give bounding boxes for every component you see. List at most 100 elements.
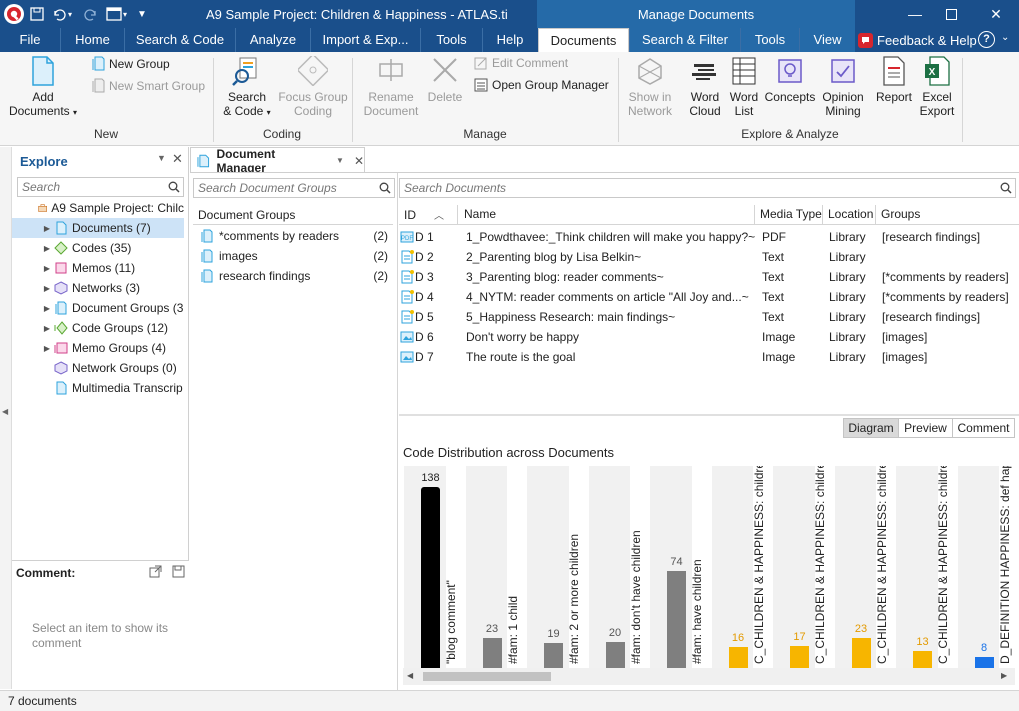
scroll-right-icon[interactable]: ▶ (1001, 671, 1007, 680)
maximize-icon[interactable] (939, 4, 963, 24)
group-row[interactable]: images (2) (200, 247, 390, 265)
table-row[interactable]: D 3 3_Parenting blog: reader comments~ T… (399, 267, 1019, 287)
column-divider[interactable] (754, 205, 755, 225)
column-header-location[interactable]: Location (828, 207, 873, 221)
redo-icon[interactable] (84, 4, 98, 24)
chart-bar[interactable] (667, 570, 686, 668)
rename-document-button[interactable]: Rename Document (360, 56, 422, 118)
column-divider[interactable] (822, 205, 823, 225)
window-layout-icon[interactable] (106, 4, 122, 24)
scroll-left-icon[interactable]: ◀ (407, 671, 413, 680)
tree-item-memos[interactable]: ▶ Memos (11) (12, 258, 184, 278)
tab-import-export[interactable]: Import & Exp... (310, 28, 420, 52)
chart-bar[interactable] (482, 637, 502, 668)
explore-close-icon[interactable]: ✕ (172, 151, 183, 167)
chart-bar[interactable] (790, 645, 809, 668)
tree-item-document-groups[interactable]: ▶ Document Groups (3 (12, 298, 184, 318)
table-row[interactable]: D 7 The route is the goal Image Library … (399, 347, 1019, 367)
opinion-mining-button[interactable]: Opinion Mining (818, 56, 868, 118)
report-button[interactable]: Report (872, 56, 916, 104)
tab-comment[interactable]: Comment (953, 418, 1015, 438)
save-comment-icon[interactable] (172, 565, 185, 581)
tab-tools[interactable]: Tools (420, 28, 482, 52)
tab-search-code[interactable]: Search & Code (124, 28, 235, 52)
excel-export-button[interactable]: X Excel Export (916, 56, 958, 118)
document-manager-tab[interactable]: Document Manager ▼ ✕ (190, 147, 365, 175)
save-icon[interactable] (30, 4, 44, 24)
tab-view[interactable]: View (799, 28, 855, 52)
explore-search-input[interactable]: Search (17, 177, 184, 197)
column-header-groups[interactable]: Groups (881, 207, 920, 221)
tree-item-networks[interactable]: ▶ Networks (3) (12, 278, 184, 298)
word-list-button[interactable]: Word List (726, 56, 762, 118)
expand-arrow-icon[interactable]: ▶ (42, 264, 52, 273)
pane-splitter[interactable] (399, 414, 1019, 416)
expand-arrow-icon[interactable]: ▶ (42, 224, 52, 233)
undo-icon[interactable] (52, 4, 66, 24)
focus-group-coding-button[interactable]: Focus Group Coding (276, 56, 350, 118)
concepts-button[interactable]: Concepts (762, 56, 818, 104)
help-icon[interactable]: ? (978, 31, 995, 48)
group-row[interactable]: *comments by readers (2) (200, 227, 390, 245)
tab-menu-icon[interactable]: ▼ (336, 156, 344, 165)
edit-comment-button[interactable]: Edit Comment (474, 56, 568, 70)
column-header-id[interactable]: ID ︿ (404, 207, 444, 222)
chart-bar[interactable] (421, 486, 440, 668)
table-row[interactable]: D 5 5_Happiness Research: main findings~… (399, 307, 1019, 327)
search-documents-input[interactable]: Search Documents (399, 178, 1016, 198)
column-header-media-type[interactable]: Media Type (760, 207, 822, 221)
tree-item-network-groups[interactable]: Network Groups (0) (12, 358, 184, 378)
minimize-icon[interactable]: — (903, 4, 927, 24)
close-window-icon[interactable]: ✕ (984, 4, 1008, 24)
expand-arrow-icon[interactable]: ▶ (42, 244, 52, 253)
group-row[interactable]: research findings (2) (200, 267, 390, 285)
tab-close-icon[interactable]: ✕ (354, 154, 364, 168)
expand-arrow-icon[interactable]: ▶ (42, 324, 52, 333)
tab-tools-context[interactable]: Tools (740, 28, 799, 52)
groups-pane-divider[interactable] (397, 173, 398, 690)
table-row[interactable]: D 6 Don't worry be happy Image Library [… (399, 327, 1019, 347)
new-group-button[interactable]: New Group (92, 56, 170, 71)
scrollbar-thumb[interactable] (423, 672, 551, 681)
project-root[interactable]: A9 Sample Project: Chilc (12, 198, 184, 218)
word-cloud-button[interactable]: Word Cloud (684, 56, 726, 118)
open-group-manager-button[interactable]: Open Group Manager (474, 78, 609, 92)
add-documents-button[interactable]: Add Documents ▾ (6, 56, 80, 120)
tab-file[interactable]: File (0, 28, 60, 52)
chart-bar[interactable] (851, 637, 871, 668)
undo-dropdown-icon[interactable]: ▾ (68, 4, 72, 24)
ribbon-options-icon[interactable]: ⌄ (1001, 32, 1009, 43)
chart-horizontal-scrollbar[interactable]: ◀ ▶ (403, 668, 1015, 685)
search-code-button[interactable]: Search & Code ▾ (220, 56, 274, 120)
feedback-button[interactable]: Feedback & Help (858, 28, 977, 52)
tab-analyze[interactable]: Analyze (235, 28, 310, 52)
column-header-name[interactable]: Name (464, 207, 496, 221)
tab-home[interactable]: Home (60, 28, 124, 52)
tab-search-filter[interactable]: Search & Filter (629, 28, 740, 52)
chart-bar[interactable] (728, 646, 748, 668)
tree-item-code-groups[interactable]: ▶ Code Groups (12) (12, 318, 184, 338)
tree-item-multimedia-transcripts[interactable]: Multimedia Transcrip (12, 378, 184, 398)
delete-button[interactable]: Delete (424, 56, 466, 104)
tree-item-documents[interactable]: ▶ Documents (7) (12, 218, 184, 238)
popout-icon[interactable] (149, 565, 162, 581)
column-divider[interactable] (875, 205, 876, 225)
table-row[interactable]: D 2 2_Parenting blog by Lisa Belkin~ Tex… (399, 247, 1019, 267)
tree-item-memo-groups[interactable]: ▶ Memo Groups (4) (12, 338, 184, 358)
expand-arrow-icon[interactable]: ▶ (42, 284, 52, 293)
chart-bar[interactable] (605, 641, 625, 668)
new-smart-group-button[interactable]: New Smart Group (92, 78, 205, 93)
tab-preview[interactable]: Preview (899, 418, 953, 438)
table-row[interactable]: PDF D 1 1_Powdthavee:_Think children wil… (399, 227, 1019, 247)
tab-diagram[interactable]: Diagram (843, 418, 899, 438)
tab-help[interactable]: Help (482, 28, 537, 52)
left-collapse-strip[interactable]: ◀ (0, 147, 12, 689)
groups-column-header[interactable]: Document Groups (193, 205, 393, 225)
tree-item-codes[interactable]: ▶ Codes (35) (12, 238, 184, 258)
chart-bar[interactable] (544, 643, 563, 668)
search-document-groups-input[interactable]: Search Document Groups (193, 178, 395, 198)
customize-toolbar-icon[interactable]: ▼ (137, 4, 147, 24)
tab-documents[interactable]: Documents (538, 28, 629, 52)
column-divider[interactable] (457, 205, 458, 225)
show-in-network-button[interactable]: Show in Network (622, 56, 678, 118)
